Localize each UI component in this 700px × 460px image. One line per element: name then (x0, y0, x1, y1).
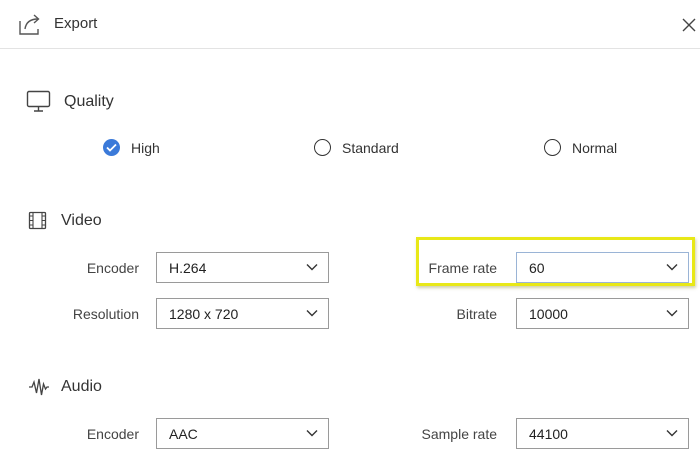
quality-high-label: High (131, 139, 160, 156)
chevron-down-icon (306, 430, 318, 437)
bitrate-value: 10000 (529, 306, 568, 322)
bitrate-label: Bitrate (456, 306, 497, 322)
title-bar: Export (0, 0, 700, 49)
monitor-icon (26, 90, 51, 112)
quality-standard-label: Standard (342, 139, 399, 156)
video-resolution-label: Resolution (72, 306, 139, 322)
bitrate-select[interactable]: 10000 (516, 298, 689, 329)
video-encoder-label: Encoder (86, 260, 139, 276)
quality-standard-radio[interactable]: Standard (314, 139, 399, 156)
video-section-title: Video (61, 212, 102, 229)
audio-encoder-value: AAC (169, 426, 198, 442)
video-resolution-select[interactable]: 1280 x 720 (156, 298, 329, 329)
video-resolution-value: 1280 x 720 (169, 306, 239, 322)
checkmark-icon (106, 143, 117, 152)
chevron-down-icon (306, 310, 318, 317)
radio-checked-indicator (103, 139, 120, 156)
quality-section-title: Quality (64, 93, 114, 110)
sample-rate-label: Sample rate (421, 426, 497, 442)
quality-high-radio[interactable]: High (103, 139, 160, 156)
frame-rate-select[interactable]: 60 (516, 252, 689, 283)
export-icon (19, 14, 40, 35)
chevron-down-icon (666, 310, 678, 317)
frame-rate-value: 60 (529, 260, 545, 276)
chevron-down-icon (666, 264, 678, 271)
audio-encoder-label: Encoder (86, 426, 139, 442)
film-icon (28, 211, 47, 230)
radio-unchecked-indicator (544, 139, 561, 156)
sample-rate-value: 44100 (529, 426, 568, 442)
video-encoder-select[interactable]: H.264 (156, 252, 329, 283)
quality-normal-radio[interactable]: Normal (544, 139, 617, 156)
audio-encoder-select[interactable]: AAC (156, 418, 329, 449)
chevron-down-icon (666, 430, 678, 437)
quality-normal-label: Normal (572, 139, 618, 156)
radio-unchecked-indicator (314, 139, 331, 156)
video-encoder-value: H.264 (169, 260, 207, 276)
frame-rate-label: Frame rate (428, 260, 497, 276)
window-title: Export (54, 15, 98, 32)
chevron-down-icon (306, 264, 318, 271)
audio-section-title: Audio (61, 378, 102, 395)
audio-waveform-icon (29, 378, 49, 396)
sample-rate-select[interactable]: 44100 (516, 418, 689, 449)
close-icon[interactable] (680, 16, 698, 34)
